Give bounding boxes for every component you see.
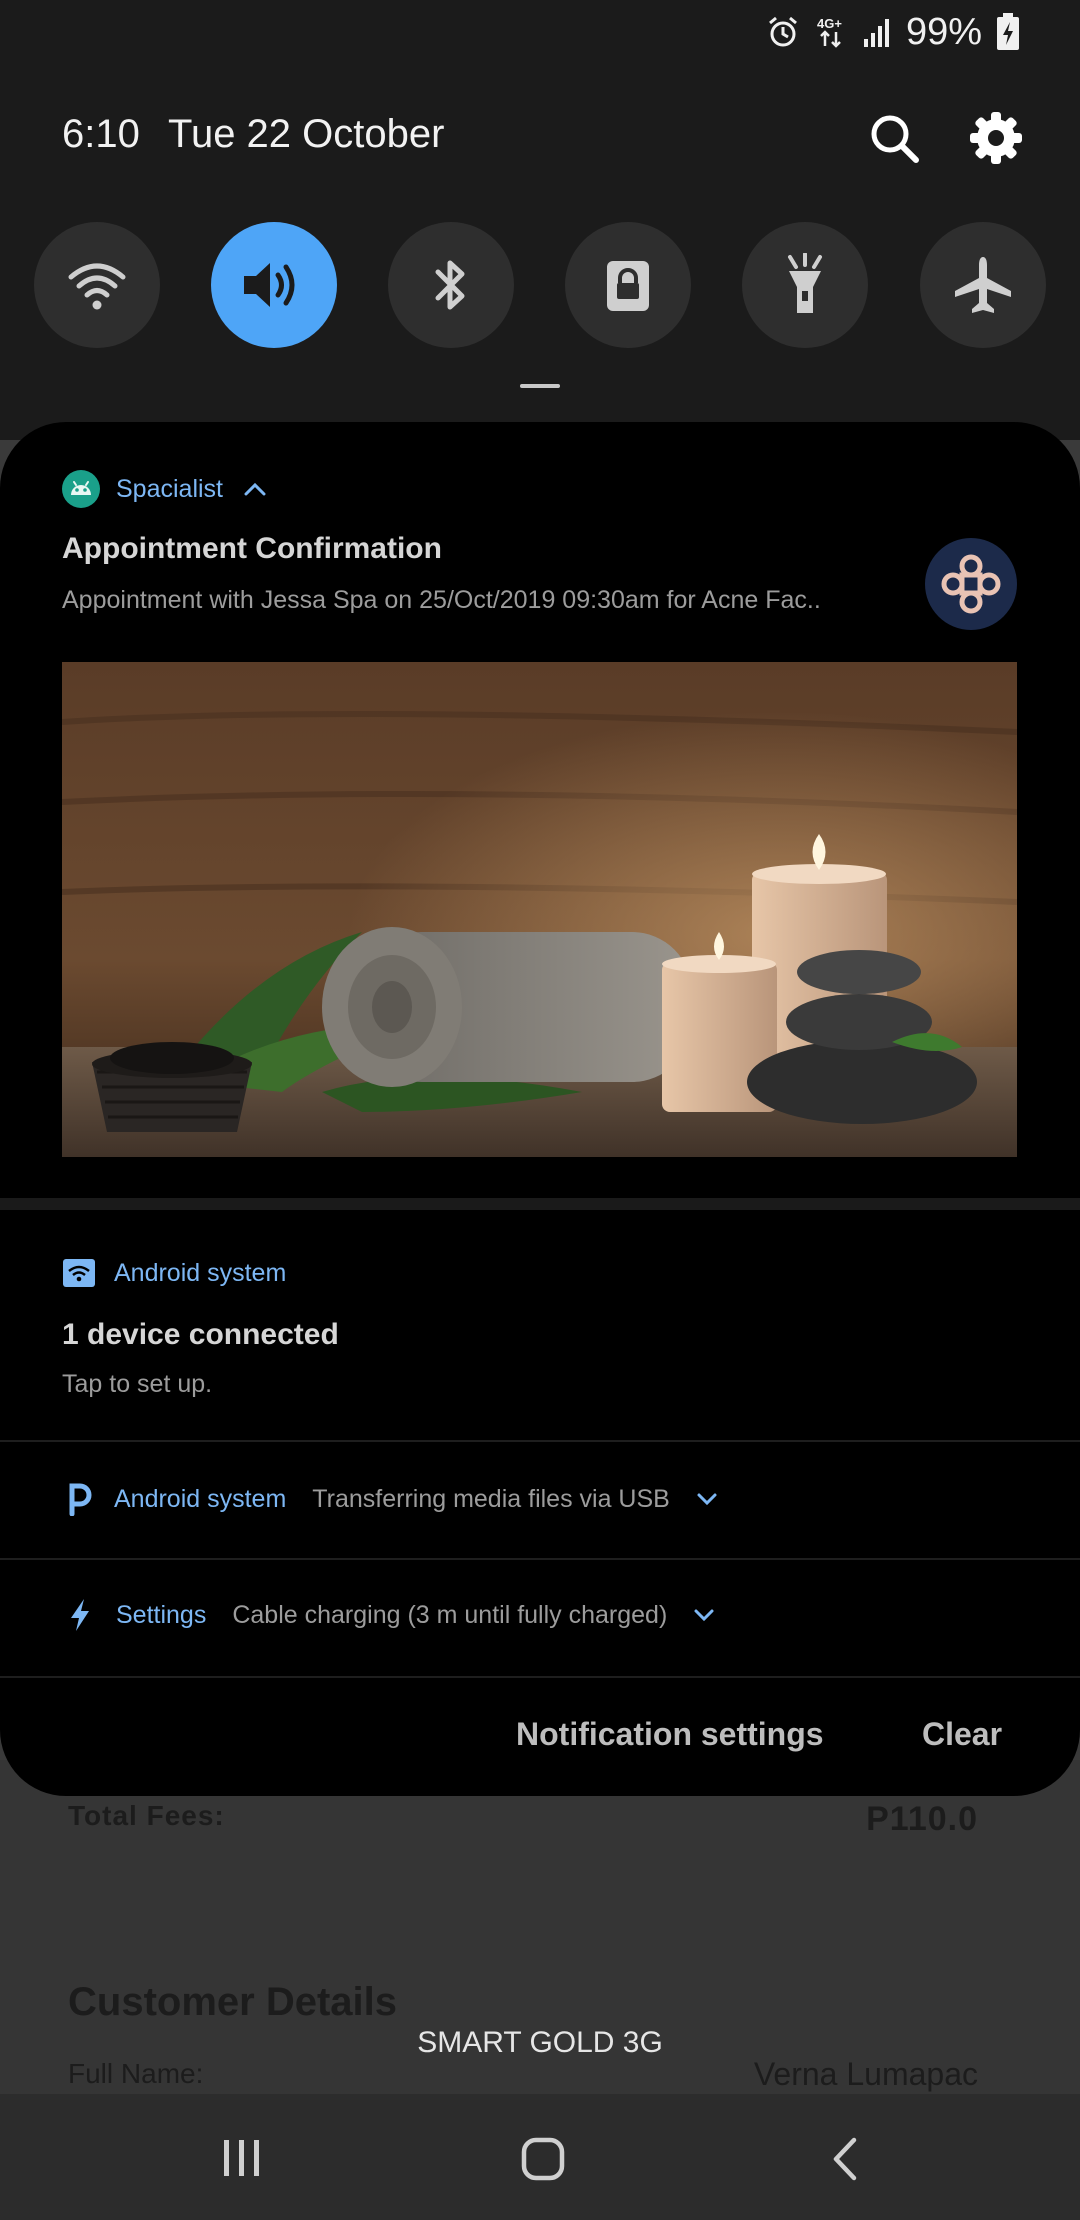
notification-header: Spacialist	[62, 470, 267, 508]
clock: 6:10	[62, 112, 140, 156]
status-icons: 4G+ 99%	[766, 10, 1020, 54]
quick-settings-row	[0, 222, 1080, 348]
recent-apps-icon[interactable]	[220, 2138, 264, 2178]
clear-button[interactable]: Clear	[922, 1716, 1002, 1753]
notification-title: Appointment Confirmation	[62, 532, 442, 565]
notification-title: 1 device connected	[62, 1318, 339, 1351]
notification-panel: Spacialist Appointment Confirmation Appo…	[0, 422, 1080, 1796]
airplane-mode-toggle[interactable]	[920, 222, 1046, 348]
divider	[0, 1440, 1080, 1442]
signal-icon	[863, 19, 889, 47]
bluetooth-icon	[435, 260, 465, 310]
navigation-bar	[0, 2094, 1080, 2220]
notification-text: Appointment with Jessa Spa on 25/Oct/201…	[62, 586, 821, 614]
notification-text: Cable charging (3 m until fully charged)	[232, 1600, 668, 1629]
notification-header: Android system Transferring media files …	[66, 1482, 718, 1516]
gear-icon[interactable]	[968, 110, 1024, 166]
chevron-down-icon[interactable]	[693, 1608, 715, 1622]
back-icon[interactable]	[828, 2136, 862, 2182]
wifi-toggle[interactable]	[34, 222, 160, 348]
divider	[0, 1676, 1080, 1678]
battery-percent: 99%	[905, 10, 982, 53]
knot-logo-icon	[941, 554, 1001, 614]
notification-header: Settings Cable charging (3 m until fully…	[68, 1598, 715, 1632]
spacialist-logo	[925, 538, 1017, 630]
alarm-icon	[768, 16, 797, 47]
airplane-mode-icon	[955, 257, 1011, 313]
panel-drag-handle[interactable]	[520, 384, 560, 388]
svg-text:4G+: 4G+	[817, 16, 842, 31]
chevron-down-icon[interactable]	[696, 1492, 718, 1506]
battery-charging-icon	[997, 13, 1019, 50]
notification-app-name: Settings	[116, 1600, 207, 1629]
notification-app-name: Android system	[114, 1484, 287, 1513]
total-fees-label: Total Fees:	[68, 1800, 225, 1831]
notification-text: Tap to set up.	[62, 1370, 213, 1398]
notification-text: Transferring media files via USB	[312, 1484, 670, 1513]
divider	[0, 1558, 1080, 1560]
total-fees-value: P110.0	[866, 1800, 978, 1838]
sound-toggle[interactable]	[211, 222, 337, 348]
spa-image	[62, 662, 1017, 1157]
chevron-up-icon[interactable]	[243, 481, 267, 497]
notification-settings-button[interactable]: Notification settings	[516, 1716, 824, 1753]
date: Tue 22 October	[168, 112, 445, 156]
search-icon[interactable]	[866, 110, 922, 166]
rotation-lock-toggle[interactable]	[565, 222, 691, 348]
notification-header: Android system	[62, 1258, 286, 1288]
full-name-value: Verna Lumapac	[753, 2056, 978, 2092]
flashlight-icon	[788, 253, 822, 313]
quick-panel: 4G+ 99% 6:10 Tue 22 October	[0, 0, 1080, 440]
home-icon[interactable]	[520, 2136, 566, 2182]
rotation-lock-icon	[607, 261, 649, 311]
network-4g-icon: 4G+	[817, 16, 842, 48]
usb-p-icon	[69, 1483, 92, 1516]
section-divider	[0, 1198, 1080, 1210]
carrier-label: SMART GOLD 3G	[417, 2026, 663, 2059]
notification-app-name: Android system	[114, 1258, 287, 1287]
flashlight-toggle[interactable]	[742, 222, 868, 348]
full-name-label: Full Name:	[68, 2058, 204, 2089]
bluetooth-toggle[interactable]	[388, 222, 514, 348]
lightning-icon	[71, 1599, 89, 1631]
wifi-hotspot-icon	[63, 1259, 95, 1287]
customer-details-title: Customer Details	[68, 1980, 397, 2024]
notification-app-name: Spacialist	[116, 474, 223, 503]
sound-icon	[244, 263, 295, 307]
spacialist-app-icon	[62, 470, 100, 508]
wifi-icon	[68, 263, 126, 310]
